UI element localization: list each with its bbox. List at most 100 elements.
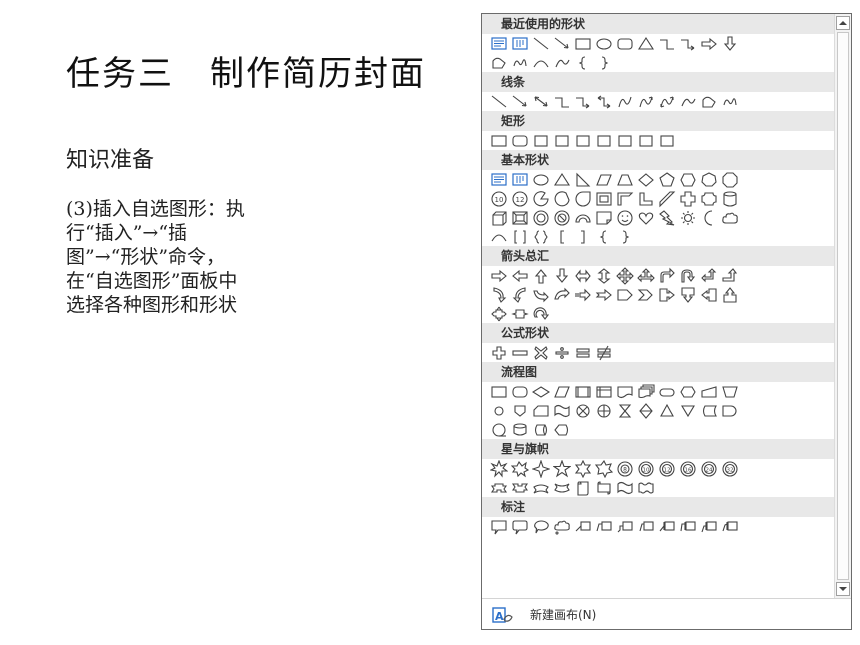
not-equal-icon[interactable] (593, 344, 614, 362)
scroll-down-arrow-icon[interactable] (836, 582, 850, 596)
double-wave-icon[interactable] (635, 479, 656, 497)
snip-diag-icon[interactable] (572, 132, 593, 150)
star6-icon[interactable] (572, 459, 593, 478)
magnetic-disk-icon[interactable] (509, 421, 530, 439)
rounded-rect-icon[interactable] (614, 35, 635, 53)
line-callout3-icon[interactable] (614, 518, 635, 536)
up-arrow-icon[interactable] (530, 267, 551, 285)
down-arrow-icon[interactable] (551, 267, 572, 285)
double-arrow-line-icon[interactable] (530, 93, 551, 111)
ribbon-down-icon[interactable] (509, 479, 530, 497)
line-callout1-icon[interactable] (572, 518, 593, 536)
chevron-icon[interactable] (635, 286, 656, 304)
delay-icon[interactable] (719, 402, 740, 420)
oval-icon[interactable] (593, 35, 614, 53)
curved-ribbon-up-icon[interactable] (530, 479, 551, 497)
elbow-arrow-icon[interactable] (677, 35, 698, 53)
striped-right-icon[interactable] (572, 286, 593, 304)
callout-up-icon[interactable] (719, 286, 740, 304)
left-brace-icon[interactable] (572, 54, 593, 72)
line-icon[interactable] (488, 93, 509, 111)
half-frame-icon[interactable] (614, 190, 635, 208)
elbow-icon[interactable] (656, 35, 677, 53)
preparation-icon[interactable] (677, 383, 698, 401)
round2-icon[interactable] (635, 132, 656, 150)
left-brace-icon[interactable] (593, 228, 614, 246)
equal-icon[interactable] (572, 344, 593, 362)
callout-down-icon[interactable] (677, 286, 698, 304)
wave-icon[interactable] (614, 479, 635, 497)
ribbon-up-icon[interactable] (488, 479, 509, 497)
snip2-icon[interactable] (551, 132, 572, 150)
elbow-double-icon[interactable] (593, 93, 614, 111)
scroll-thumb[interactable] (837, 32, 849, 580)
rect-icon[interactable] (572, 35, 593, 53)
multidocument-icon[interactable] (635, 383, 656, 401)
explosion1-icon[interactable] (488, 459, 509, 478)
freeform-icon[interactable] (698, 93, 719, 111)
pentagon-arrow-icon[interactable] (614, 286, 635, 304)
star8-icon[interactable]: 8 (614, 460, 635, 478)
manual-input-icon[interactable] (698, 383, 719, 401)
hexagon-icon[interactable] (677, 171, 698, 189)
right-arrow-icon[interactable] (698, 35, 719, 53)
star12-icon[interactable]: 12 (656, 460, 677, 478)
snip1-icon[interactable] (530, 132, 551, 150)
pentagon-icon[interactable] (656, 171, 677, 189)
arc-icon[interactable] (530, 54, 551, 72)
double-brace-icon[interactable] (530, 228, 551, 246)
chord-icon[interactable] (551, 190, 572, 208)
arrow-line-icon[interactable] (509, 93, 530, 111)
manual-operation-icon[interactable] (719, 383, 740, 401)
predefined-icon[interactable] (572, 383, 593, 401)
arc-icon[interactable] (488, 228, 509, 246)
offpage-icon[interactable] (509, 402, 530, 420)
internal-storage-icon[interactable] (593, 383, 614, 401)
moon-icon[interactable] (698, 209, 719, 227)
circular-arrow-icon[interactable] (530, 305, 551, 323)
plaque-icon[interactable] (698, 190, 719, 208)
l-shape-icon[interactable] (635, 190, 656, 208)
cloud-icon[interactable] (719, 209, 740, 227)
left-arrow-icon[interactable] (509, 267, 530, 285)
direct-access-icon[interactable] (530, 421, 551, 439)
cross-icon[interactable] (677, 190, 698, 208)
cloud-callout-icon[interactable] (551, 518, 572, 536)
new-canvas-button[interactable]: A 新建画布(N) (482, 598, 851, 630)
multiply-icon[interactable] (530, 344, 551, 362)
right-bracket-icon[interactable] (572, 228, 593, 246)
u-turn-arrow-icon[interactable] (677, 267, 698, 285)
bent-arrow-icon[interactable] (656, 267, 677, 285)
pie-icon[interactable] (530, 190, 551, 208)
up-down-arrow-icon[interactable] (593, 267, 614, 285)
rounded-rect-icon[interactable] (509, 132, 530, 150)
triangle-icon[interactable] (551, 171, 572, 189)
minus-icon[interactable] (509, 344, 530, 362)
line-callout2-icon[interactable] (593, 518, 614, 536)
sequential-icon[interactable] (488, 421, 509, 439)
curved-right-icon[interactable] (488, 286, 509, 304)
round-snip-icon[interactable] (593, 132, 614, 150)
vertical-scroll-icon[interactable] (572, 479, 593, 497)
plus-icon[interactable] (488, 344, 509, 362)
sun-icon[interactable] (677, 209, 698, 227)
sort-icon[interactable] (635, 402, 656, 420)
scribble-icon[interactable] (719, 93, 740, 111)
round-diag-icon[interactable] (656, 132, 677, 150)
scroll-up-arrow-icon[interactable] (836, 16, 850, 30)
lightning-icon[interactable] (656, 209, 677, 227)
curved-up-icon[interactable] (530, 286, 551, 304)
document-icon[interactable] (614, 383, 635, 401)
heptagon-icon[interactable] (698, 171, 719, 189)
frame-icon[interactable] (593, 190, 614, 208)
curved-left-icon[interactable] (509, 286, 530, 304)
left-right-arrow-icon[interactable] (572, 267, 593, 285)
freeform-icon[interactable] (488, 54, 509, 72)
collate-icon[interactable] (614, 402, 635, 420)
vtextbox-icon[interactable] (509, 171, 530, 189)
accent-callout1-icon[interactable] (656, 518, 677, 536)
down-arrow-icon[interactable] (719, 35, 740, 53)
divide-icon[interactable] (551, 344, 572, 362)
callout-quad-icon[interactable] (488, 305, 509, 323)
line-icon[interactable] (530, 35, 551, 53)
